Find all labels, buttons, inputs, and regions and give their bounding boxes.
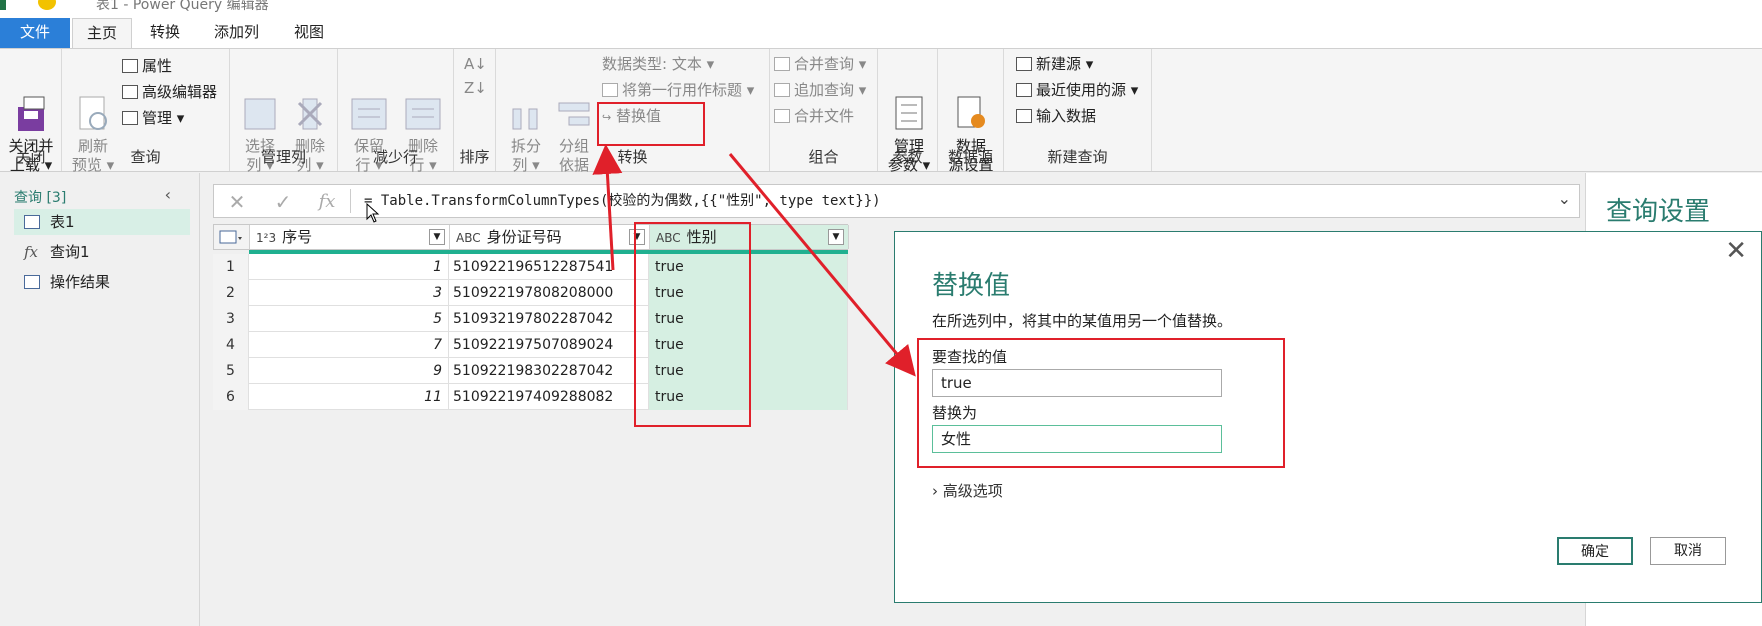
chevron-right-icon: ›	[932, 482, 938, 500]
annotation-box-sex-column	[634, 222, 751, 427]
combine-files-icon	[774, 109, 790, 123]
fx-icon[interactable]: fx	[312, 189, 342, 215]
group-query: 刷新 预览 ▾ 属性 高级编辑器 管理 ▾ 查询	[62, 49, 230, 174]
recent-sources-icon	[1016, 83, 1032, 97]
append-icon	[774, 83, 790, 97]
table-icon	[122, 111, 138, 125]
column-header-seq[interactable]: 1²3 序号 ▼	[250, 225, 450, 249]
tab-home[interactable]: 主页	[72, 18, 133, 48]
queries-header: 查询 [3]	[14, 190, 67, 206]
group-combine: 合并查询 ▾ 追加查询 ▾ 合并文件 组合	[770, 49, 878, 171]
group-reduce-rows: 保留 行 ▾ 删除 行 ▾ 减少行	[338, 49, 454, 174]
column-filter-icon[interactable]: ▼	[828, 229, 844, 245]
properties-icon	[122, 59, 138, 73]
table-icon	[24, 215, 40, 229]
annotation-box-dialog-fields	[917, 338, 1285, 468]
tab-file[interactable]: 文件	[0, 18, 70, 48]
table-icon	[24, 275, 40, 289]
column-header-id[interactable]: ABC 身份证号码 ▼	[450, 225, 650, 249]
keep-rows-icon	[350, 74, 388, 130]
header-row-icon	[602, 83, 618, 97]
query-item-query1[interactable]: fx 查询1	[14, 239, 190, 265]
mouse-cursor-icon	[366, 203, 380, 223]
group-new-query: 新建源 ▾ 最近使用的源 ▾ 输入数据 新建查询	[1004, 49, 1152, 171]
annotation-box-replace-button	[597, 102, 705, 146]
merge-icon	[774, 57, 790, 71]
table-row: 1 1 510922196512287541 true	[213, 254, 848, 280]
query-item-table1[interactable]: 表1	[14, 209, 190, 235]
advanced-editor-icon	[122, 85, 138, 99]
smiley-icon[interactable]	[38, 0, 56, 10]
group-parameters: 管理 参数 ▾ 参数	[878, 49, 938, 174]
table-row: 4 7 510922197507089024 true	[213, 332, 848, 358]
append-queries-button[interactable]: 追加查询 ▾	[774, 79, 866, 101]
group-data-source: 数据 源设置 数据源	[938, 49, 1004, 174]
refresh-icon	[74, 74, 112, 130]
grid-header: 1²3 序号 ▼ ABC 身份证号码 ▼ ABC 性别 ▼	[213, 224, 849, 250]
group-sort: A↓ Z↓ 排序	[454, 49, 496, 171]
ok-button[interactable]: 确定	[1557, 537, 1633, 565]
choose-columns-icon	[241, 74, 279, 130]
cancel-formula-icon[interactable]: ✕	[222, 189, 252, 215]
remove-columns-icon	[291, 74, 329, 130]
query-settings-title: 查询设置	[1606, 197, 1711, 227]
tab-view[interactable]: 视图	[280, 18, 338, 48]
formula-bar: ✕ ✓ fx = Table.TransformColumnTypes(校验的为…	[213, 184, 1580, 218]
dialog-title: 替换值	[932, 271, 1011, 301]
dialog-description: 在所选列中，将其中的某值用另一个值替换。	[932, 312, 1233, 330]
title-bar: 表1 - Power Query 编辑器	[0, 0, 1762, 12]
formula-divider	[350, 189, 351, 213]
remove-rows-icon	[404, 74, 442, 130]
cancel-button[interactable]: 取消	[1650, 537, 1726, 565]
advanced-editor-button[interactable]: 高级编辑器	[122, 81, 217, 103]
query-item-result[interactable]: 操作结果	[14, 269, 190, 295]
group-manage-columns: 选择 列 ▾ 删除 列 ▾ 管理列	[230, 49, 338, 174]
enter-data-button[interactable]: 输入数据	[1016, 105, 1096, 127]
new-source-icon	[1016, 57, 1032, 71]
group-close: 关闭并 上载 ▾ 关闭	[0, 49, 62, 174]
split-column-icon	[507, 74, 545, 130]
merge-queries-button[interactable]: 合并查询 ▾	[774, 53, 866, 75]
use-first-row-as-headers-button[interactable]: 将第一行用作标题 ▾	[602, 79, 754, 101]
enter-data-icon	[1016, 109, 1032, 123]
table-menu-icon[interactable]	[214, 225, 250, 249]
new-source-button[interactable]: 新建源 ▾	[1016, 53, 1093, 75]
confirm-formula-icon[interactable]: ✓	[268, 189, 298, 215]
close-load-icon	[12, 74, 50, 131]
excel-icon	[0, 0, 6, 10]
close-icon[interactable]: ✕	[1725, 238, 1747, 264]
parameters-icon	[890, 74, 928, 130]
window-title: 表1 - Power Query 编辑器	[96, 0, 269, 12]
table-row: 2 3 510922197808208000 true	[213, 280, 848, 306]
ribbon: 关闭并 上载 ▾ 关闭 刷新 预览 ▾ 属性 高级编辑器 管理 ▾ 查询 选择 …	[0, 48, 1762, 174]
tab-add-column[interactable]: 添加列	[200, 18, 273, 48]
data-source-icon	[952, 74, 990, 128]
ribbon-tabs: 文件 主页 转换 添加列 视图	[0, 12, 1762, 48]
recent-sources-button[interactable]: 最近使用的源 ▾	[1016, 79, 1138, 101]
collapse-panel-icon[interactable]: ‹	[165, 185, 171, 204]
expand-formula-icon[interactable]: ⌄	[1558, 189, 1571, 208]
data-type-dropdown[interactable]: 数据类型: 文本 ▾	[602, 53, 714, 75]
advanced-options-toggle[interactable]: › 高级选项	[932, 480, 1003, 501]
number-type-icon: 1²3	[256, 231, 277, 245]
manage-button[interactable]: 管理 ▾	[122, 107, 184, 129]
column-filter-icon[interactable]: ▼	[429, 229, 445, 245]
formula-text[interactable]: = Table.TransformColumnTypes(校验的为偶数,{{"性…	[364, 185, 881, 217]
table-row: 6 11 510922197409288082 true	[213, 384, 848, 410]
group-by-icon	[555, 74, 593, 126]
tab-transform[interactable]: 转换	[136, 18, 194, 48]
sort-descending-icon[interactable]: Z↓	[464, 77, 487, 99]
table-row: 3 5 510932197802287042 true	[213, 306, 848, 332]
queries-panel: 查询 [3] ‹ 表1 fx 查询1 操作结果	[0, 173, 200, 626]
combine-files-button[interactable]: 合并文件	[774, 105, 854, 127]
sort-ascending-icon[interactable]: A↓	[464, 53, 487, 75]
function-icon: fx	[24, 243, 39, 261]
text-type-icon: ABC	[456, 231, 481, 245]
properties-button[interactable]: 属性	[122, 55, 172, 77]
table-row: 5 9 510922198302287042 true	[213, 358, 848, 384]
